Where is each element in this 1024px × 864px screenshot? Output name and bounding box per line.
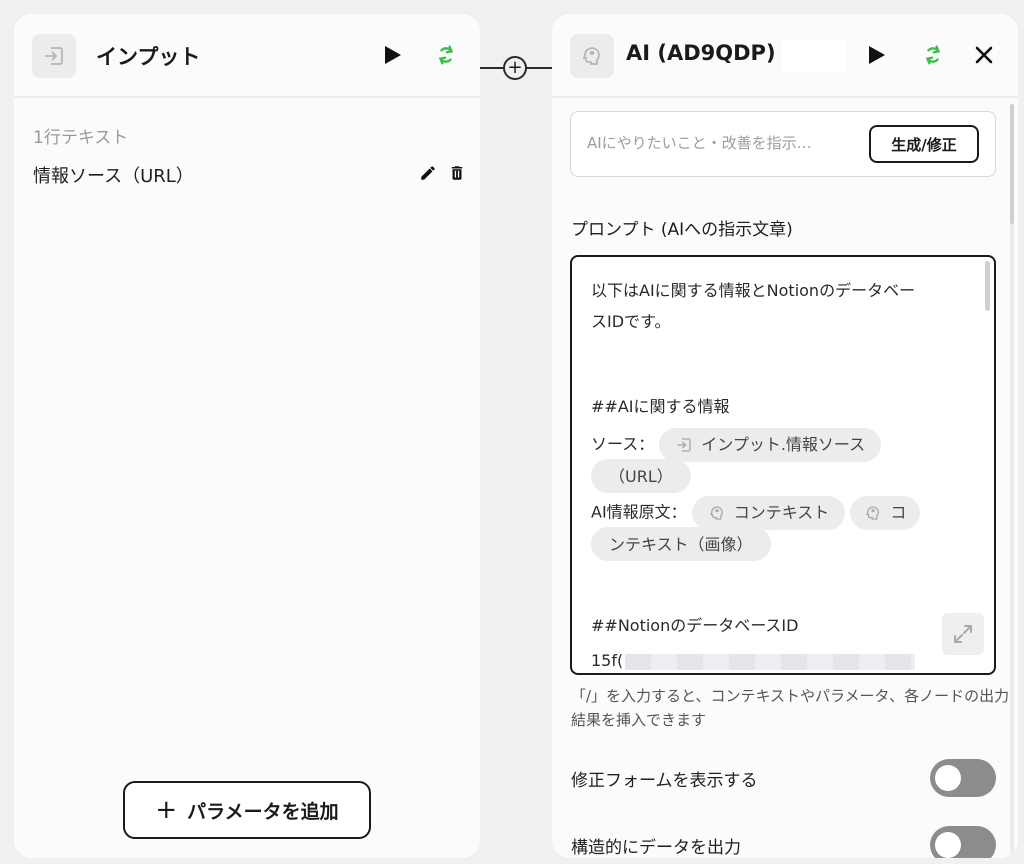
original-row: AI情報原文： コンテキスト コ: [591, 496, 969, 530]
source-row: ソース： インプット.情報ソース: [591, 428, 969, 462]
close-button[interactable]: [969, 40, 999, 70]
show-form-toggle[interactable]: [930, 759, 996, 797]
param-edit-button[interactable]: [416, 161, 440, 185]
variable-chip[interactable]: インプット.情報ソース: [659, 428, 882, 462]
context-chip[interactable]: コンテキスト: [691, 496, 846, 530]
ai-node-title: AI (AD9QDP): [626, 41, 776, 65]
connector-line-right: [525, 67, 552, 69]
prompt-editor[interactable]: 以下はAIに関する情報とNotionのデータベー スIDです。 ##AIに関する…: [570, 255, 996, 675]
input-node-header: インプット: [14, 14, 480, 98]
add-parameter-button[interactable]: + パラメータを追加: [123, 781, 371, 839]
refresh-button[interactable]: [431, 40, 461, 70]
source-row-cont: （URL）: [591, 459, 969, 493]
variable-chip-label: インプット.情報ソース: [701, 435, 866, 454]
original-label: AI情報原文：: [591, 502, 687, 522]
run-button[interactable]: [862, 40, 892, 70]
ai-head-icon: [709, 506, 723, 520]
prompt-heading: ##AIに関する情報: [591, 397, 730, 416]
db-id-line: 15f(: [591, 645, 969, 673]
prompt-line: スIDです。: [591, 312, 671, 331]
toggle-label-show-form: 修正フォームを表示する: [571, 771, 758, 791]
input-node-title: インプット: [96, 45, 201, 69]
context-image-chip-cont[interactable]: ンテキスト（画像）: [591, 527, 771, 561]
context-image-chip-label: コ: [890, 503, 907, 522]
add-node-button[interactable]: +: [503, 56, 527, 80]
login-arrow-icon: [677, 438, 691, 452]
ai-node-panel: AI (AD9QDP) 生成/修正 プロンプト (AIへの指示文章) 以下はAI…: [552, 14, 1018, 858]
panel-scrollbar-thumb[interactable]: [1010, 104, 1014, 224]
prompt-line: 以下はAIに関する情報とNotionのデータベー: [591, 281, 916, 300]
ai-instruct-input[interactable]: [587, 134, 857, 152]
masked-db-id: [625, 653, 916, 670]
hint-text: 「/」を入力すると、コンテキストやパラメータ、各ノードの出力結果を挿入できます: [571, 687, 1010, 729]
expand-icon: [954, 625, 972, 643]
login-arrow-icon: [32, 34, 76, 78]
trash-icon: [451, 166, 463, 180]
prompt-scrollbar[interactable]: [985, 261, 990, 311]
expand-button[interactable]: [942, 613, 984, 655]
refresh-button[interactable]: [918, 40, 948, 70]
connector-line-left: [480, 67, 505, 69]
param-name: 情報ソース（URL）: [33, 166, 194, 187]
plus-icon: +: [155, 795, 178, 825]
param-section-label: 1行テキスト: [33, 128, 129, 148]
prompt-label: プロンプト (AIへの指示文章): [571, 220, 793, 240]
context-image-chip[interactable]: コ: [850, 496, 921, 530]
input-node-panel: インプット 1行テキスト 情報ソース（URL） + パラメータを追加: [14, 14, 480, 858]
node-id-field[interactable]: [782, 40, 846, 72]
ai-instruct-box: 生成/修正: [570, 111, 996, 177]
variable-chip-cont[interactable]: （URL）: [591, 459, 691, 493]
structured-output-toggle[interactable]: [930, 826, 996, 858]
prompt-content: 以下はAIに関する情報とNotionのデータベー スIDです。 ##AIに関する…: [591, 275, 969, 673]
param-delete-button[interactable]: [445, 161, 469, 185]
refresh-icon: [925, 45, 941, 65]
source-label: ソース：: [591, 434, 655, 454]
generate-button[interactable]: 生成/修正: [869, 125, 979, 163]
play-icon: [385, 46, 401, 64]
original-row-cont: ンテキスト（画像）: [591, 527, 969, 561]
toggle-knob: [935, 832, 961, 858]
db-id-prefix: 15f(: [591, 651, 624, 670]
pencil-icon: [421, 166, 435, 180]
ai-head-icon: [866, 506, 880, 520]
toggle-label-structured-output: 構造的にデータを出力: [571, 838, 741, 858]
close-icon: [975, 46, 993, 64]
prompt-heading: ##NotionのデータベースID: [591, 616, 799, 635]
refresh-icon: [438, 45, 454, 65]
add-parameter-label: パラメータを追加: [187, 800, 339, 823]
ai-head-icon: [570, 34, 614, 78]
toggle-knob: [935, 765, 961, 791]
ai-node-header: AI (AD9QDP): [552, 14, 1018, 98]
play-icon: [869, 46, 885, 64]
run-button[interactable]: [378, 40, 408, 70]
context-chip-label: コンテキスト: [733, 503, 830, 522]
